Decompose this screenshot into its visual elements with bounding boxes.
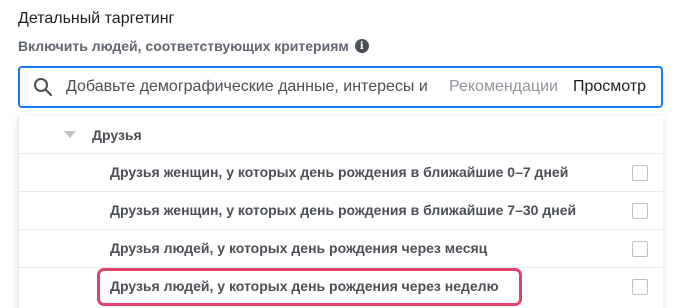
info-icon[interactable]: i [354,39,369,53]
group-label: Друзья [92,127,142,143]
item-checkbox[interactable] [632,165,648,181]
list-item[interactable]: Друзья женщин, у которых день рождения в… [19,154,663,192]
search-input[interactable]: Добавьте демографические данные, интерес… [66,78,439,96]
item-checkbox[interactable] [632,241,648,257]
group-header-friends[interactable]: Друзья [19,116,663,154]
subtitle-text: Включить людей, соответствующих критерия… [18,38,349,54]
list-item-label: Друзья женщин, у которых день рождения в… [110,202,577,218]
section-subtitle: Включить людей, соответствующих критерия… [18,38,369,54]
recommendations-link[interactable]: Рекомендации [449,78,562,96]
item-checkbox[interactable] [632,203,648,219]
section-title: Детальный таргетинг [18,10,175,27]
list-item-label: Друзья людей, у которых день рождения че… [110,240,488,256]
list-item[interactable]: Друзья людей, у которых день рождения че… [19,230,663,268]
search-icon [34,78,53,97]
list-item[interactable]: Друзья женщин, у которых день рождения в… [19,192,663,230]
list-item-label: Друзья женщин, у которых день рождения в… [110,164,569,180]
highlight-outline [97,268,522,306]
browse-link[interactable]: Просмотр [573,78,646,96]
item-checkbox[interactable] [632,279,648,295]
caret-down-icon[interactable] [64,131,76,138]
search-field[interactable]: Добавьте демографические данные, интерес… [18,66,663,108]
